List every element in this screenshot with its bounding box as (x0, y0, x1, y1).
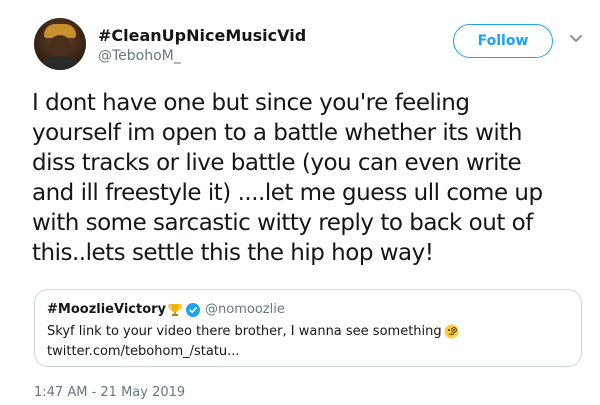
quoted-tweet-header: #MoozlieVictory @nomoozlie (47, 302, 285, 317)
quoted-tweet-link[interactable]: twitter.com/tebohom_/statu... (47, 344, 240, 359)
chevron-down-icon[interactable] (569, 34, 583, 44)
tweet-text-line: with some sarcastic witty reply to back … (32, 210, 533, 236)
author-avatar[interactable] (34, 18, 86, 70)
author-display-name[interactable]: #CleanUpNiceMusicVid (98, 26, 306, 45)
verified-badge-icon (186, 302, 201, 317)
quoted-tweet-card[interactable]: #MoozlieVictory @nomoozlie Skyf link to … (34, 289, 582, 367)
tweet-text-line: yourself im open to a battle whether its… (32, 120, 522, 146)
trophy-icon (168, 303, 182, 316)
quoted-tweet-text: Skyf link to your video there brother, I… (47, 324, 442, 339)
tweet-text-line: this..lets settle this the hip hop way! (32, 240, 434, 266)
avatar-shirt (38, 56, 82, 70)
avatar-face (49, 35, 71, 57)
face-with-monocle-emoji (444, 324, 459, 339)
follow-button[interactable]: Follow (453, 24, 553, 58)
tweet-text-line: diss tracks or live battle (you can even… (32, 150, 522, 176)
author-handle[interactable]: @TebohoM_ (98, 48, 181, 64)
tweet-timestamp[interactable]: 1:47 AM - 21 May 2019 (34, 385, 185, 400)
tweet-text-line: and ill freestyle it) ....let me guess u… (32, 180, 543, 206)
tweet-text: I dont have one but since you're feeling… (32, 88, 580, 268)
tweet-text-line: I dont have one but since you're feeling (32, 90, 470, 116)
quoted-author-handle: @nomoozlie (205, 302, 285, 317)
quoted-tweet-body: Skyf link to your video there brother, I… (47, 324, 459, 339)
quoted-author-name: #MoozlieVictory (47, 302, 167, 317)
